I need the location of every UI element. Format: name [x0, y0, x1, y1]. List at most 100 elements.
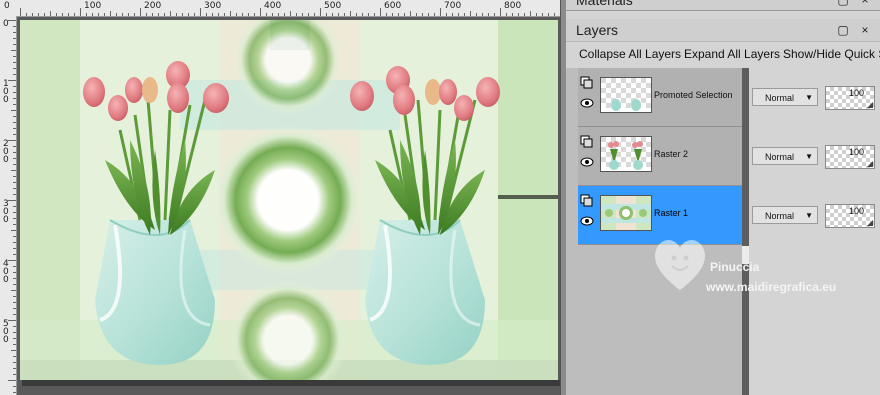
opacity-field[interactable]: 100 [825, 204, 875, 228]
ruler-tick [13, 386, 16, 387]
ruler-tick [13, 254, 16, 255]
ruler-tick [13, 164, 16, 165]
ruler-tick [13, 134, 16, 135]
layer-row-raster-1[interactable]: Raster 1 [578, 186, 742, 245]
ruler-tick [13, 104, 16, 105]
ruler-tick [50, 11, 51, 16]
eye-icon[interactable] [580, 96, 594, 110]
ruler-tick [11, 350, 16, 351]
expand-all-layers-button[interactable]: Expand All Layers [684, 47, 780, 61]
pin-icon[interactable]: ▢ [836, 0, 850, 7]
pin-icon[interactable]: ▢ [836, 23, 850, 37]
layer-type-icon[interactable] [580, 76, 594, 90]
ruler-tick [404, 13, 405, 16]
layers-title: Layers [576, 22, 619, 38]
ruler-tick [524, 13, 525, 16]
ruler-tick [13, 242, 16, 243]
layers-palette-header[interactable]: Layers ▢ × [566, 19, 880, 42]
layers-scrollbar-thumb[interactable] [742, 246, 749, 264]
ruler-tick [13, 236, 16, 237]
ruler-tick [446, 13, 447, 16]
ruler-tick [266, 13, 267, 16]
ruler-tick [13, 194, 16, 195]
close-icon[interactable]: × [858, 0, 872, 7]
ruler-label: 100 [84, 1, 102, 11]
ruler-tick [13, 182, 16, 183]
ruler-label: 600 [384, 1, 402, 11]
ruler-tick [410, 11, 411, 16]
layers-scrollbar[interactable] [742, 68, 749, 395]
layer-name[interactable]: Promoted Selection [654, 90, 733, 100]
layer-row-raster-2[interactable]: Raster 2 [578, 127, 742, 186]
ruler-tick [530, 11, 531, 16]
ruler-tick [13, 296, 16, 297]
image-canvas[interactable] [20, 20, 558, 380]
ruler-tick [194, 13, 195, 16]
ruler-tick [56, 13, 57, 16]
ruler-tick [140, 8, 141, 16]
ruler-tick [248, 13, 249, 16]
layer-type-icon[interactable] [580, 194, 594, 208]
ruler-tick [332, 13, 333, 16]
horizontal-ruler: 0 100 200 300 400 500 600 700 800 [0, 0, 560, 17]
blend-mode-dropdown[interactable]: Normal ▼ [752, 88, 818, 106]
blend-mode-dropdown[interactable]: Normal ▼ [752, 147, 818, 165]
ruler-tick [260, 8, 261, 16]
ruler-tick [236, 13, 237, 16]
ruler-tick [434, 13, 435, 16]
eye-icon[interactable] [580, 214, 594, 228]
layer-thumbnail [600, 195, 652, 231]
ruler-tick [206, 13, 207, 16]
ruler-tick [344, 13, 345, 16]
layer-type-icon[interactable] [580, 135, 594, 149]
ruler-tick [116, 13, 117, 16]
ruler-tick [13, 56, 16, 57]
ruler-tick [8, 320, 16, 321]
ruler-tick [302, 13, 303, 16]
ruler-tick [368, 13, 369, 16]
ruler-tick [13, 266, 16, 267]
ruler-label: 800 [504, 1, 522, 11]
opacity-field[interactable]: 100 [825, 145, 875, 169]
blend-mode-dropdown[interactable]: Normal ▼ [752, 206, 818, 224]
ruler-tick [374, 13, 375, 16]
ruler-tick [440, 8, 441, 16]
show-hide-quick-button[interactable]: Show/Hide Quick S [783, 47, 880, 61]
image-workspace[interactable]: 0 100 200 300 400 500 600 700 800 0 100 … [0, 0, 560, 395]
blend-mode-value: Normal [765, 211, 795, 221]
ruler-label: 100 [3, 79, 9, 105]
opacity-value: 100 [848, 147, 864, 157]
ruler-tick [13, 392, 16, 393]
layer-row-promoted-selection[interactable]: Promoted Selection [578, 68, 742, 127]
opacity-field[interactable]: 100 [825, 86, 875, 110]
ruler-tick [488, 13, 489, 16]
slider-corner-icon [867, 220, 873, 226]
blend-mode-value: Normal [765, 93, 795, 103]
ruler-tick [20, 8, 21, 16]
layer-thumbnail [600, 136, 652, 172]
layer-props-row: Normal ▼ 100 [749, 127, 880, 185]
ruler-tick [152, 13, 153, 16]
materials-palette-header[interactable]: Materials ▢ × [566, 0, 880, 11]
ruler-tick [13, 158, 16, 159]
ruler-tick [86, 13, 87, 16]
ruler-tick [13, 284, 16, 285]
ruler-label: 500 [324, 1, 342, 11]
eye-icon[interactable] [580, 155, 594, 169]
ruler-tick [290, 11, 291, 16]
close-icon[interactable]: × [858, 23, 872, 37]
layer-name[interactable]: Raster 1 [654, 208, 688, 218]
materials-title: Materials [576, 0, 633, 8]
ruler-tick [13, 332, 16, 333]
ruler-tick [38, 13, 39, 16]
ruler-tick [13, 308, 16, 309]
ruler-tick [230, 11, 231, 16]
ruler-label: 300 [3, 199, 9, 225]
ruler-tick [13, 44, 16, 45]
layer-thumbnail [600, 77, 652, 113]
ruler-tick [13, 146, 16, 147]
ruler-tick [422, 13, 423, 16]
ruler-tick [74, 13, 75, 16]
collapse-all-layers-button[interactable]: Collapse All Layers [579, 47, 681, 61]
layer-name[interactable]: Raster 2 [654, 149, 688, 159]
